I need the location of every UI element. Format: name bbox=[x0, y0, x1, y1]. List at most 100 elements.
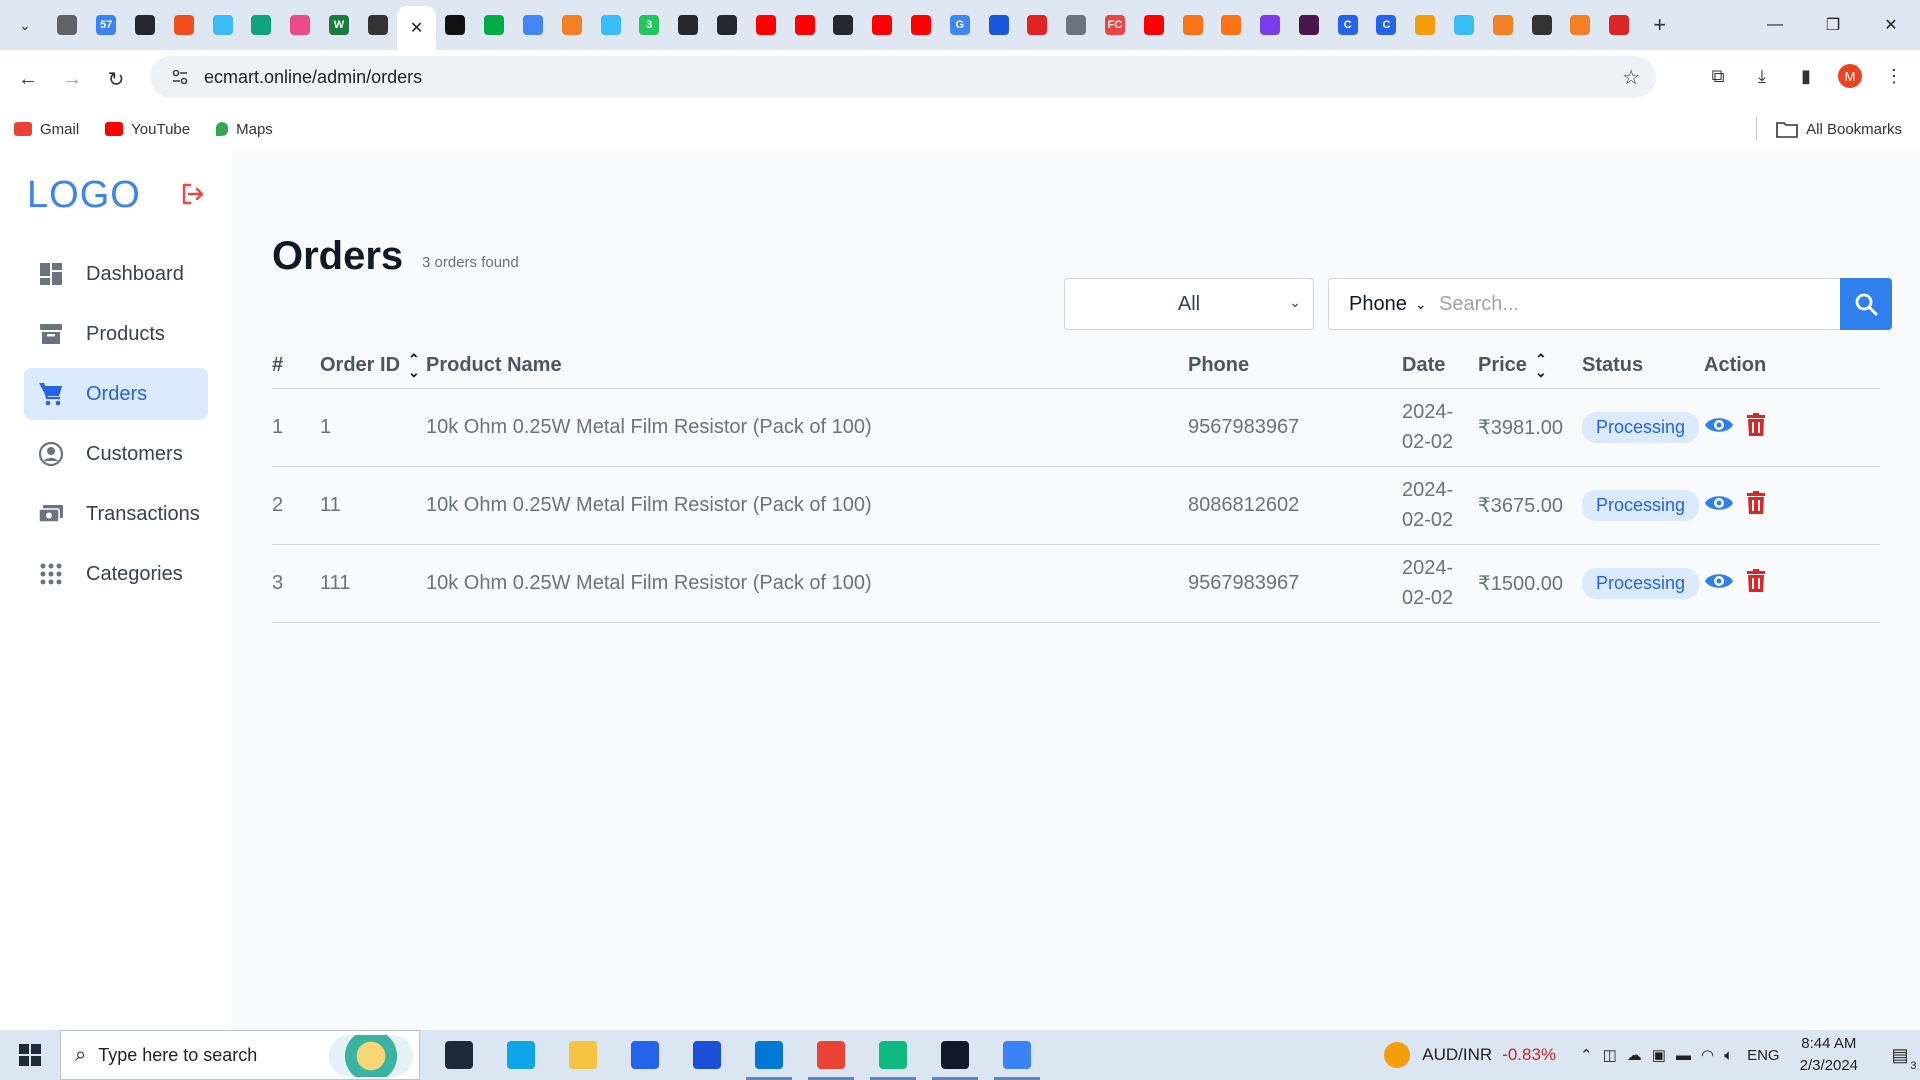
browser-tab[interactable] bbox=[1134, 5, 1173, 45]
browser-tab[interactable] bbox=[1483, 5, 1522, 45]
download-icon[interactable]: ⤓ bbox=[1744, 58, 1780, 94]
browser-tab[interactable]: C bbox=[1367, 5, 1406, 45]
reload-icon[interactable]: ↻ bbox=[94, 57, 138, 101]
meet-now-icon[interactable]: ◫ bbox=[1603, 1046, 1617, 1064]
browser-menu-icon[interactable]: ⋮ bbox=[1876, 58, 1912, 94]
notification-icon[interactable]: ▤ 3 bbox=[1880, 1030, 1920, 1080]
browser-tab[interactable]: G bbox=[940, 5, 979, 45]
currency-ticker[interactable]: AUD/INR -0.83% bbox=[1384, 1042, 1556, 1068]
delete-icon[interactable] bbox=[1746, 412, 1766, 437]
minimize-icon[interactable]: — bbox=[1746, 0, 1804, 50]
browser-tab[interactable] bbox=[164, 5, 203, 45]
taskbar-app[interactable] bbox=[986, 1030, 1048, 1080]
url-text[interactable]: ecmart.online/admin/orders bbox=[204, 67, 422, 88]
delete-icon[interactable] bbox=[1746, 490, 1766, 515]
volume-icon[interactable]: 🔈︎ bbox=[1724, 1047, 1733, 1064]
sort-icon[interactable]: ⌃ ⌄ bbox=[1535, 352, 1547, 378]
back-icon[interactable]: ← bbox=[6, 57, 50, 101]
browser-tab[interactable] bbox=[746, 5, 785, 45]
taskbar-app[interactable] bbox=[738, 1030, 800, 1080]
browser-tab[interactable] bbox=[1600, 5, 1639, 45]
logout-icon[interactable] bbox=[178, 180, 206, 208]
restore-icon[interactable]: ❐ bbox=[1804, 0, 1862, 50]
browser-tab[interactable]: C bbox=[1328, 5, 1367, 45]
sort-icon[interactable]: ⌃ ⌄ bbox=[408, 352, 420, 378]
browser-tab[interactable]: FC bbox=[1096, 5, 1135, 45]
logo[interactable]: LOGO bbox=[27, 174, 141, 217]
taskbar-app[interactable] bbox=[800, 1030, 862, 1080]
browser-tab[interactable] bbox=[1057, 5, 1096, 45]
browser-tab[interactable] bbox=[358, 5, 397, 45]
all-bookmarks-button[interactable]: All Bookmarks bbox=[1776, 120, 1902, 138]
browser-tab[interactable] bbox=[824, 5, 863, 45]
status-filter-select[interactable]: All ⌄ bbox=[1064, 278, 1314, 330]
taskbar-app[interactable] bbox=[924, 1030, 986, 1080]
browser-tab[interactable] bbox=[1522, 5, 1561, 45]
browser-tab[interactable] bbox=[1406, 5, 1445, 45]
search-button[interactable] bbox=[1840, 278, 1892, 330]
wifi-icon[interactable]: ◠ bbox=[1701, 1046, 1714, 1064]
browser-tab[interactable] bbox=[1212, 5, 1251, 45]
address-bar[interactable]: ecmart.online/admin/orders ☆ bbox=[150, 56, 1656, 98]
browser-tab[interactable] bbox=[1173, 5, 1212, 45]
taskbar-app[interactable] bbox=[552, 1030, 614, 1080]
taskbar-app[interactable] bbox=[490, 1030, 552, 1080]
view-icon[interactable] bbox=[1704, 570, 1734, 592]
close-tab-icon[interactable]: ✕ bbox=[407, 18, 427, 38]
taskbar-search[interactable]: ⌕ Type here to search bbox=[60, 1030, 420, 1080]
browser-tab[interactable] bbox=[785, 5, 824, 45]
taskbar-app[interactable] bbox=[428, 1030, 490, 1080]
battery-icon[interactable]: ▬ bbox=[1676, 1047, 1691, 1064]
browser-tab[interactable] bbox=[242, 5, 281, 45]
tab-search-icon[interactable]: ⌄ bbox=[10, 10, 40, 40]
browser-tab[interactable]: 3 bbox=[630, 5, 669, 45]
sidebar-item-dashboard[interactable]: Dashboard bbox=[24, 248, 208, 300]
browser-tab[interactable]: W bbox=[320, 5, 359, 45]
column-header-price[interactable]: Price ⌃ ⌄ bbox=[1478, 344, 1582, 389]
sidebar-item-categories[interactable]: Categories bbox=[24, 548, 208, 600]
active-tab[interactable]: ✕ bbox=[397, 6, 436, 50]
clock[interactable]: 8:44 AM 2/3/2024 bbox=[1800, 1033, 1858, 1077]
onedrive-icon[interactable]: ☁ bbox=[1627, 1046, 1642, 1064]
bookmark-youtube[interactable]: YouTube bbox=[105, 121, 190, 138]
browser-tab[interactable] bbox=[436, 5, 475, 45]
browser-tab[interactable] bbox=[203, 5, 242, 45]
bookmark-gmail[interactable]: Gmail bbox=[14, 121, 79, 138]
browser-tab[interactable] bbox=[126, 5, 165, 45]
taskbar-app[interactable] bbox=[614, 1030, 676, 1080]
delete-icon[interactable] bbox=[1746, 568, 1766, 593]
site-settings-icon[interactable] bbox=[162, 68, 198, 86]
browser-tab[interactable] bbox=[1018, 5, 1057, 45]
browser-tab[interactable] bbox=[514, 5, 553, 45]
sidebar-item-customers[interactable]: Customers bbox=[24, 428, 208, 480]
chevron-up-icon[interactable]: ⌃ bbox=[1580, 1046, 1593, 1064]
bookmark-maps[interactable]: Maps bbox=[216, 121, 273, 138]
view-icon[interactable] bbox=[1704, 414, 1734, 436]
search-field-select[interactable]: Phone ⌄ bbox=[1329, 278, 1433, 330]
browser-tab[interactable] bbox=[475, 5, 514, 45]
taskbar-app[interactable] bbox=[862, 1030, 924, 1080]
profile-avatar-button[interactable]: M bbox=[1832, 58, 1868, 94]
browser-tab[interactable] bbox=[591, 5, 630, 45]
search-input[interactable] bbox=[1439, 284, 1819, 324]
browser-tab[interactable] bbox=[1561, 5, 1600, 45]
browser-tab[interactable] bbox=[48, 5, 87, 45]
view-icon[interactable] bbox=[1704, 492, 1734, 514]
column-header-order-id[interactable]: Order ID ⌃ ⌄ bbox=[320, 344, 426, 389]
language-indicator[interactable]: ENG bbox=[1747, 1047, 1780, 1064]
new-tab-icon[interactable]: + bbox=[1645, 12, 1675, 38]
side-panel-icon[interactable]: ▮ bbox=[1788, 58, 1824, 94]
security-icon[interactable]: ▣ bbox=[1652, 1046, 1666, 1064]
taskbar-app[interactable] bbox=[676, 1030, 738, 1080]
browser-tab[interactable] bbox=[902, 5, 941, 45]
browser-tab[interactable] bbox=[708, 5, 747, 45]
extensions-icon[interactable]: ⧉ bbox=[1700, 58, 1736, 94]
close-window-icon[interactable]: ✕ bbox=[1862, 0, 1920, 50]
browser-tab[interactable]: 57 bbox=[87, 5, 126, 45]
browser-tab[interactable] bbox=[1290, 5, 1329, 45]
sidebar-item-orders[interactable]: Orders bbox=[24, 368, 208, 420]
forward-icon[interactable]: → bbox=[50, 57, 94, 101]
browser-tab[interactable] bbox=[1445, 5, 1484, 45]
bookmark-star-icon[interactable]: ☆ bbox=[1622, 65, 1640, 90]
browser-tab[interactable] bbox=[979, 5, 1018, 45]
